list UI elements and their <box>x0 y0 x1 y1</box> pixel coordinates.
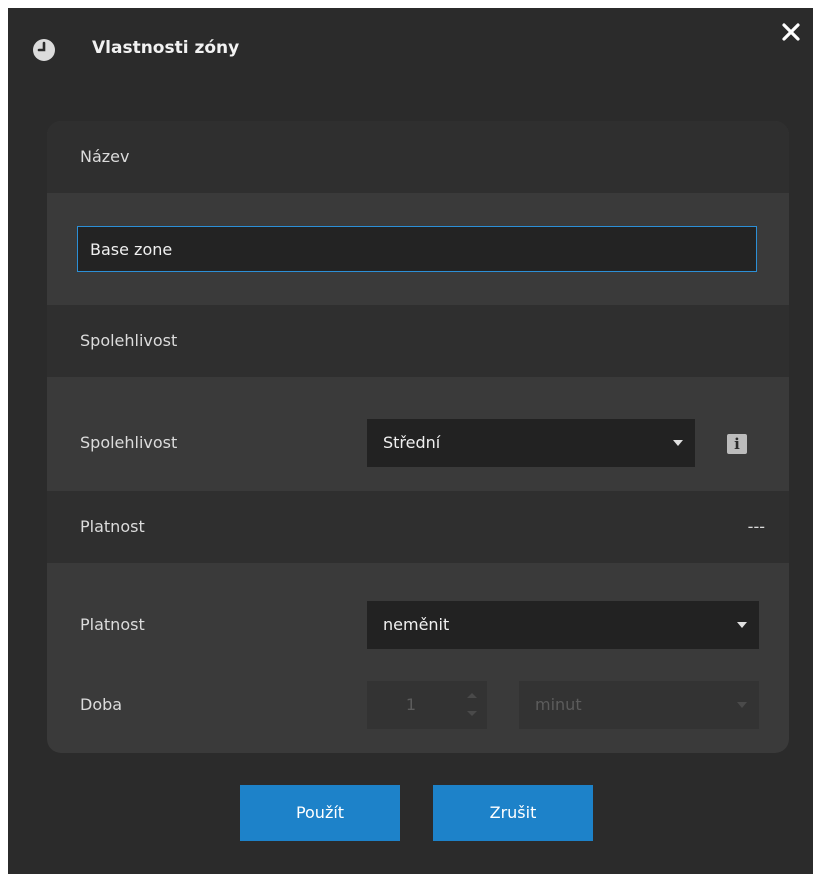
zone-name-input[interactable] <box>77 226 757 272</box>
reliability-row-label: Spolehlivost <box>80 433 178 452</box>
reliability-select[interactable]: Střední <box>367 419 695 467</box>
info-icon[interactable]: i <box>727 434 747 454</box>
validity-select[interactable]: neměnit <box>367 601 759 649</box>
stepper-up-icon <box>467 693 477 698</box>
duration-row-label: Doba <box>80 695 123 714</box>
reliability-section-header: Spolehlivost <box>47 305 789 377</box>
validity-row-label: Platnost <box>80 615 145 634</box>
properties-panel: Název Spolehlivost Spolehlivost Střední … <box>47 121 789 753</box>
duration-value: 1 <box>405 695 417 714</box>
duration-stepper: 1 <box>367 681 487 729</box>
name-section-header: Název <box>47 121 789 193</box>
chevron-down-icon <box>737 702 747 708</box>
apply-button[interactable]: Použít <box>240 785 400 841</box>
zone-properties-dialog: Vlastnosti zóny Název Spolehlivost Spole… <box>8 8 813 874</box>
clock-icon <box>33 39 55 61</box>
stepper-down-icon <box>467 711 477 716</box>
duration-unit-value: minut <box>535 695 582 714</box>
duration-unit-select: minut <box>519 681 759 729</box>
validity-section-header: Platnost --- <box>47 491 789 563</box>
validity-select-value: neměnit <box>383 615 450 634</box>
reliability-section-label: Spolehlivost <box>80 331 178 350</box>
reliability-select-value: Střední <box>383 433 441 452</box>
close-icon[interactable] <box>779 20 803 44</box>
validity-section-label: Platnost <box>80 517 145 536</box>
chevron-down-icon <box>673 440 683 446</box>
name-section-label: Název <box>80 147 130 166</box>
cancel-button[interactable]: Zrušit <box>433 785 593 841</box>
chevron-down-icon <box>737 622 747 628</box>
validity-section-value: --- <box>747 517 765 536</box>
title-bar: Vlastnosti zóny <box>8 8 813 88</box>
dialog-title: Vlastnosti zóny <box>92 38 240 58</box>
